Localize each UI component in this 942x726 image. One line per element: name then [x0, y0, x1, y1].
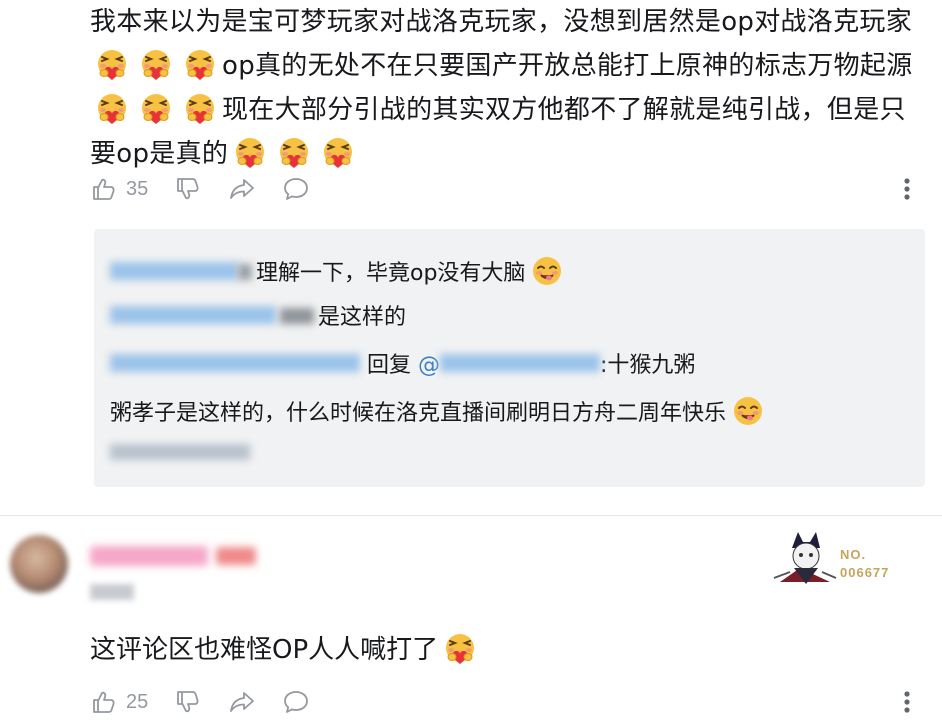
fan-badge-number: NO. 006677 [840, 547, 890, 580]
reply-item: 是这样的 [110, 303, 406, 333]
like-icon [90, 175, 118, 203]
reply-text: 是这样的 [318, 305, 407, 330]
reply-more[interactable] [110, 439, 250, 469]
hug-heart-emoji-icon [183, 93, 217, 125]
reply-item: 回复 @ :十猴九粥 [110, 351, 695, 381]
like-button[interactable]: 25 [90, 688, 148, 716]
mention-at[interactable]: @ [418, 353, 440, 378]
comment-icon [282, 175, 310, 203]
comment-text: 这评论区也难怪OP人人喊打了 [90, 630, 482, 670]
reply-list: 理解一下，毕竟op没有大脑 是这样的 回复 @ :十猴九粥 粥孝子是这样的，什么时… [94, 229, 925, 487]
comment-text-body: 这评论区也难怪OP人人喊打了 [90, 635, 439, 665]
reply-item: 理解一下，毕竟op没有大脑 [110, 255, 569, 289]
reply-item: 粥孝子是这样的，什么时候在洛克直播间刷明日方舟二周年快乐 [110, 395, 770, 429]
timestamp [90, 584, 134, 600]
share-button[interactable] [228, 688, 256, 716]
comment-actions: 35 [90, 172, 336, 206]
share-icon [228, 175, 256, 203]
share-button[interactable] [228, 175, 256, 203]
hug-heart-emoji-icon [139, 93, 173, 125]
reply-button[interactable] [282, 175, 310, 203]
reply-text: :十猴九粥 [600, 353, 696, 378]
comment-text-part-2: op真的无处不在只要国产开放总能打上原神的标志万物起源 [222, 51, 913, 81]
divider [0, 515, 942, 516]
hug-heart-emoji-icon [443, 633, 477, 665]
yum-emoji-icon [731, 395, 765, 427]
share-icon [228, 688, 256, 716]
reply-username[interactable] [110, 259, 238, 289]
avatar[interactable] [10, 535, 68, 593]
reply-word: 回复 [367, 353, 412, 378]
more-icon[interactable] [902, 688, 912, 716]
comment-icon [282, 688, 310, 716]
hug-heart-emoji-icon [277, 137, 311, 169]
hug-heart-emoji-icon [95, 93, 129, 125]
more-icon[interactable] [902, 175, 912, 203]
mention-username[interactable] [440, 351, 601, 381]
dislike-icon [174, 175, 202, 203]
comment-text-part-1: 我本来以为是宝可梦玩家对战洛克玩家，没想到居然是op对战洛克玩家 [90, 7, 913, 37]
hug-heart-emoji-icon [233, 137, 267, 169]
level-badge [216, 547, 256, 565]
like-button[interactable]: 35 [90, 175, 148, 203]
yum-emoji-icon [530, 255, 564, 287]
comment-text: 我本来以为是宝可梦玩家对战洛克玩家，没想到居然是op对战洛克玩家 op真的无处不在… [90, 0, 920, 176]
reply-text: 理解一下，毕竟op没有大脑 [256, 261, 526, 286]
like-icon [90, 688, 118, 716]
reply-username[interactable] [110, 303, 276, 333]
cat-mascot-icon [773, 532, 837, 584]
username[interactable] [90, 546, 208, 566]
hug-heart-emoji-icon [139, 49, 173, 81]
like-count: 25 [126, 690, 149, 713]
dislike-button[interactable] [174, 175, 202, 203]
like-count: 35 [126, 177, 149, 200]
dislike-icon [174, 688, 202, 716]
reply-text: 粥孝子是这样的，什么时候在洛克直播间刷明日方舟二周年快乐 [110, 401, 727, 426]
hug-heart-emoji-icon [321, 137, 355, 169]
comment-actions: 25 [90, 685, 336, 719]
reply-button[interactable] [282, 688, 310, 716]
reply-username[interactable] [110, 351, 360, 381]
dislike-button[interactable] [174, 688, 202, 716]
hug-heart-emoji-icon [95, 49, 129, 81]
hug-heart-emoji-icon [183, 49, 217, 81]
